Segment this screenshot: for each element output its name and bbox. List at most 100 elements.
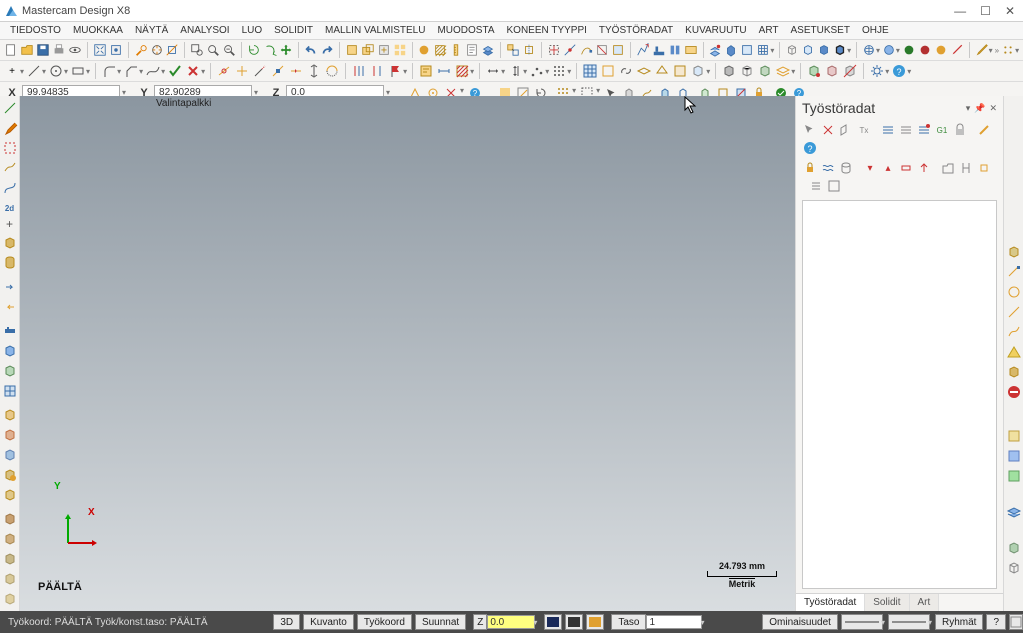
text-icon[interactable] <box>465 42 479 58</box>
opt-fold-icon[interactable] <box>940 160 956 176</box>
text-label-icon[interactable]: 2d <box>2 204 18 213</box>
stock-brown-icon[interactable] <box>2 511 18 527</box>
save-icon[interactable] <box>36 42 50 58</box>
menu-nayta[interactable]: NÄYTÄ <box>129 22 174 39</box>
rt-wire-icon[interactable] <box>1006 560 1022 576</box>
modif-len-icon[interactable] <box>306 63 322 79</box>
menu-muokkaa[interactable]: MUOKKAA <box>67 22 129 39</box>
solid-red-icon[interactable] <box>2 427 18 443</box>
surf-tool-icon[interactable] <box>2 160 18 176</box>
rt-solidg-icon[interactable] <box>1006 540 1022 556</box>
edit-tool-icon[interactable] <box>2 120 18 136</box>
shaded-edge-icon[interactable] <box>833 42 847 58</box>
prim-cyl-icon[interactable] <box>2 255 18 271</box>
parallel-icon[interactable] <box>351 63 367 79</box>
rt-warn-icon[interactable] <box>1006 344 1022 360</box>
levels-icon[interactable] <box>481 42 495 58</box>
status-ryhmat-button[interactable]: Ryhmät <box>935 614 983 630</box>
new-file-icon[interactable] <box>4 42 18 58</box>
opt-tri-up-icon[interactable]: ▴ <box>880 160 896 176</box>
sel-all-icon[interactable] <box>582 63 598 79</box>
plus-icon[interactable]: + <box>2 217 18 231</box>
status-help-button[interactable]: ? <box>986 614 1006 630</box>
opt-x-icon[interactable] <box>820 122 836 138</box>
close-button[interactable]: ✕ <box>1005 4 1015 18</box>
line-icon[interactable] <box>26 63 42 79</box>
solid-mod2-icon[interactable] <box>842 63 858 79</box>
dropdown-icon[interactable]: ▾ <box>1015 46 1019 55</box>
menu-ohje[interactable]: OHJE <box>856 22 895 39</box>
line-tool-icon[interactable] <box>2 100 18 116</box>
unzoom-icon[interactable] <box>222 42 236 58</box>
chamfer-icon[interactable] <box>123 63 139 79</box>
solid-cut-icon[interactable] <box>2 487 18 503</box>
menu-tyostoradat[interactable]: TYÖSTÖRADAT <box>593 22 679 39</box>
toolpath-icon[interactable] <box>652 42 666 58</box>
spline-icon[interactable] <box>145 63 161 79</box>
menu-tiedosto[interactable]: TIEDOSTO <box>4 22 67 39</box>
analyze-entity-icon[interactable] <box>165 42 179 58</box>
opt-tri-dn-icon[interactable]: ▾ <box>862 160 878 176</box>
color-swatch-4-icon[interactable] <box>950 42 964 58</box>
prim-box-icon[interactable] <box>2 235 18 251</box>
status-color-1[interactable] <box>544 614 562 630</box>
xhatch-icon[interactable] <box>454 63 470 79</box>
dropdown-icon[interactable]: ▾ <box>847 46 851 55</box>
sphere-icon[interactable] <box>882 42 896 58</box>
opt-cursor-icon[interactable] <box>802 122 818 138</box>
solid-cube-icon[interactable] <box>2 343 18 359</box>
opt-rect-icon[interactable] <box>898 160 914 176</box>
color-swatch-3-icon[interactable] <box>934 42 948 58</box>
status-kuvanto-button[interactable]: Kuvanto <box>303 614 354 630</box>
undelete-icon[interactable] <box>377 42 391 58</box>
fit-screen-icon[interactable] <box>93 42 107 58</box>
ch-attrib-icon[interactable] <box>611 42 625 58</box>
note-icon[interactable] <box>418 63 434 79</box>
status-color-2[interactable] <box>565 614 583 630</box>
sel-solid-icon[interactable] <box>690 63 706 79</box>
break-pt-icon[interactable] <box>270 63 286 79</box>
opt-lock2-icon[interactable] <box>802 160 818 176</box>
trim1-icon[interactable] <box>216 63 232 79</box>
curve-tool-icon[interactable] <box>2 180 18 196</box>
opt-lines1-icon[interactable] <box>880 122 896 138</box>
v-arrow-icon[interactable] <box>507 63 523 79</box>
opt-cyl-icon[interactable] <box>838 160 854 176</box>
perpend-icon[interactable] <box>369 63 385 79</box>
panel-tab-tyostoradat[interactable]: Työstöradat <box>796 594 865 611</box>
solid-sel2-icon[interactable] <box>2 363 18 379</box>
delete-dup-icon[interactable] <box>361 42 375 58</box>
sn-grid-icon[interactable] <box>551 63 567 79</box>
repaint-icon[interactable] <box>109 42 123 58</box>
menu-luo[interactable]: LUO <box>236 22 269 39</box>
panel-close-icon[interactable]: ✕ <box>989 103 997 114</box>
color-swatch-1-icon[interactable] <box>902 42 916 58</box>
pan-icon[interactable] <box>279 42 293 58</box>
fillet-icon[interactable] <box>101 63 117 79</box>
measure2-icon[interactable] <box>2 323 18 339</box>
status-taso-input[interactable] <box>646 615 702 629</box>
grid2-icon[interactable] <box>2 383 18 399</box>
opt-ref-icon[interactable] <box>958 160 974 176</box>
rt-grid-y-icon[interactable] <box>1006 428 1022 444</box>
arrow-r-icon[interactable] <box>2 279 18 295</box>
sel-poly-icon[interactable] <box>654 63 670 79</box>
status-toggle[interactable] <box>1009 614 1023 630</box>
opt-g1-icon[interactable]: G1 <box>934 122 950 138</box>
ok-icon[interactable] <box>167 63 183 79</box>
opt-tx-icon[interactable]: Tx <box>856 122 872 138</box>
arrow-l-icon[interactable] <box>2 299 18 315</box>
rect-icon[interactable] <box>70 63 86 79</box>
solid-sel-icon[interactable] <box>806 63 822 79</box>
cancel-icon[interactable] <box>185 63 201 79</box>
menu-kuvaruutu[interactable]: KUVARUUTU <box>679 22 752 39</box>
menu-koneen[interactable]: KONEEN TYYPPI <box>501 22 593 39</box>
solid-face-icon[interactable] <box>757 63 773 79</box>
status-ominaisuudet-button[interactable]: Ominaisuudet <box>762 614 838 630</box>
clear-colors-icon[interactable] <box>595 42 609 58</box>
help-icon[interactable]: ? <box>891 63 907 79</box>
shaded-icon[interactable] <box>817 42 831 58</box>
stock-ext-icon[interactable] <box>2 551 18 567</box>
status-z-input[interactable] <box>487 615 535 629</box>
opt-help-icon[interactable]: ? <box>802 140 818 156</box>
